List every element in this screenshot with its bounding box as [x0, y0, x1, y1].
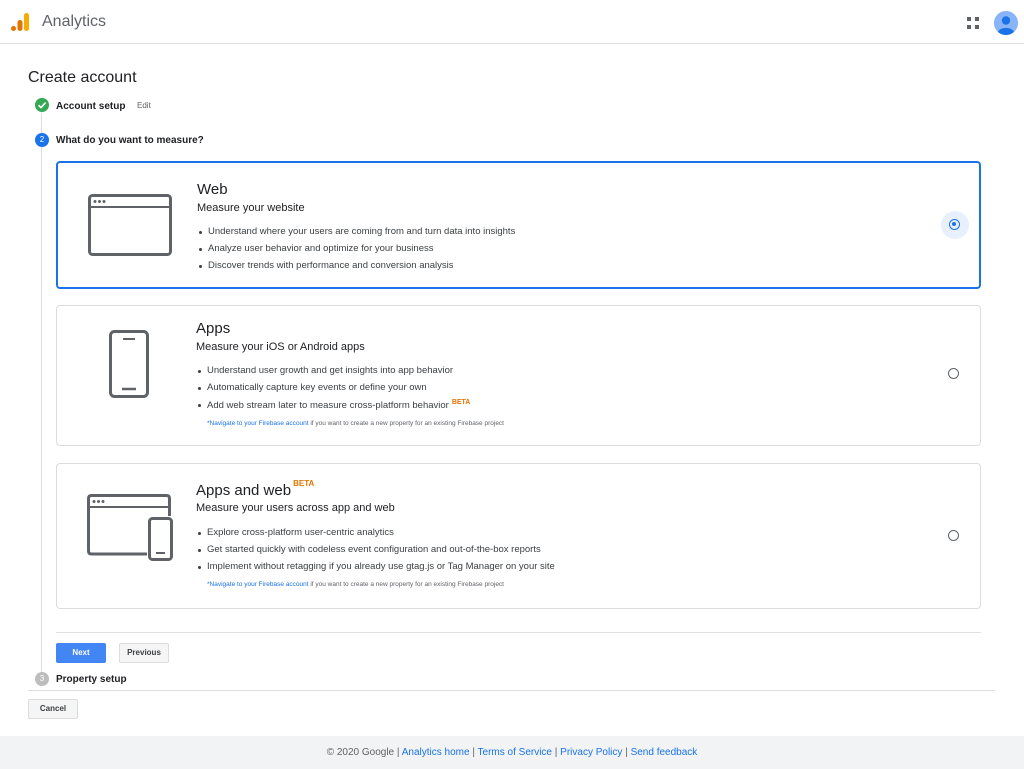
option-card-apps[interactable]: Apps Measure your iOS or Android apps Un…	[56, 305, 981, 446]
stepper-line	[41, 113, 42, 677]
firebase-note: *Navigate to your Firebase account if yo…	[207, 420, 504, 427]
bottom-divider	[28, 690, 995, 691]
browser-and-phone-icon	[87, 494, 173, 561]
option-apps-subtitle: Measure your iOS or Android apps	[196, 341, 365, 353]
cancel-button[interactable]: Cancel	[28, 699, 78, 719]
option-apps-bullet: Add web stream later to measure cross-pl…	[197, 399, 471, 412]
option-web-bullet: Discover trends with performance and con…	[199, 260, 454, 271]
footer-link-feedback[interactable]: Send feedback	[631, 747, 698, 758]
mobile-phone-icon	[109, 330, 149, 398]
option-web-radio[interactable]	[949, 219, 960, 230]
next-button[interactable]: Next	[56, 643, 106, 663]
option-apps-radio[interactable]	[948, 368, 959, 379]
option-apps-and-web-bullet: Get started quickly with codeless event …	[198, 544, 541, 555]
beta-badge: BETA	[293, 479, 315, 488]
option-card-apps-and-web[interactable]: Apps and web BETA Measure your users acro…	[56, 463, 981, 609]
option-apps-bullet-text: Add web stream later to measure cross-pl…	[207, 400, 449, 412]
page-title: Create account	[28, 69, 137, 86]
step-account-setup-label: Account setup	[56, 101, 126, 112]
app-title[interactable]: Analytics	[42, 13, 106, 31]
step-2-number: 2	[35, 133, 49, 147]
step-3-number: 3	[35, 672, 49, 686]
option-apps-and-web-title: Apps and web BETA	[196, 479, 315, 499]
top-app-bar: Analytics	[0, 0, 1024, 44]
option-card-web[interactable]: Web Measure your website Understand wher…	[56, 161, 981, 289]
option-apps-and-web-radio[interactable]	[948, 530, 959, 541]
footer-link-terms[interactable]: Terms of Service	[478, 747, 552, 758]
option-apps-and-web-bullet: Explore cross-platform user-centric anal…	[198, 527, 394, 538]
analytics-logo-icon[interactable]	[11, 12, 31, 32]
firebase-note: *Navigate to your Firebase account if yo…	[207, 581, 504, 588]
option-web-title: Web	[197, 181, 228, 198]
firebase-account-link[interactable]: *Navigate to your Firebase account	[207, 581, 309, 588]
step-complete-check-icon	[35, 98, 49, 112]
option-apps-bullet: Automatically capture key events or defi…	[198, 382, 427, 393]
browser-window-icon	[88, 194, 172, 256]
firebase-account-link[interactable]: *Navigate to your Firebase account	[207, 420, 309, 427]
step-property-setup-label: Property setup	[56, 674, 127, 685]
option-web-bullet: Analyze user behavior and optimize for y…	[198, 243, 434, 254]
option-web-bullet: Understand where your users are coming f…	[198, 226, 516, 237]
previous-button[interactable]: Previous	[119, 643, 169, 663]
option-web-subtitle: Measure your website	[197, 202, 305, 214]
footer-copyright: © 2020 Google	[326, 747, 395, 758]
footer-link-analytics-home[interactable]: Analytics home	[402, 747, 470, 758]
footer-link-privacy[interactable]: Privacy Policy	[560, 747, 622, 758]
beta-badge: BETA	[451, 399, 471, 406]
firebase-note-text: if you want to create a new property for…	[308, 581, 504, 588]
footer: © 2020 Google | Analytics home | Terms o…	[0, 736, 1024, 769]
firebase-note-text: if you want to create a new property for…	[308, 420, 504, 427]
edit-account-setup-link[interactable]: Edit	[137, 101, 151, 110]
account-avatar-icon[interactable]	[994, 11, 1018, 35]
option-apps-bullet: Understand user growth and get insights …	[197, 365, 454, 376]
option-apps-and-web-title-text: Apps and web	[196, 482, 292, 499]
section-divider	[56, 632, 981, 633]
option-apps-and-web-bullet: Implement without retagging if you alrea…	[198, 561, 555, 572]
option-apps-and-web-subtitle: Measure your users across app and web	[196, 502, 395, 514]
option-apps-title: Apps	[196, 320, 231, 337]
step-measure-label: What do you want to measure?	[56, 135, 204, 146]
apps-grid-icon[interactable]	[966, 16, 980, 30]
